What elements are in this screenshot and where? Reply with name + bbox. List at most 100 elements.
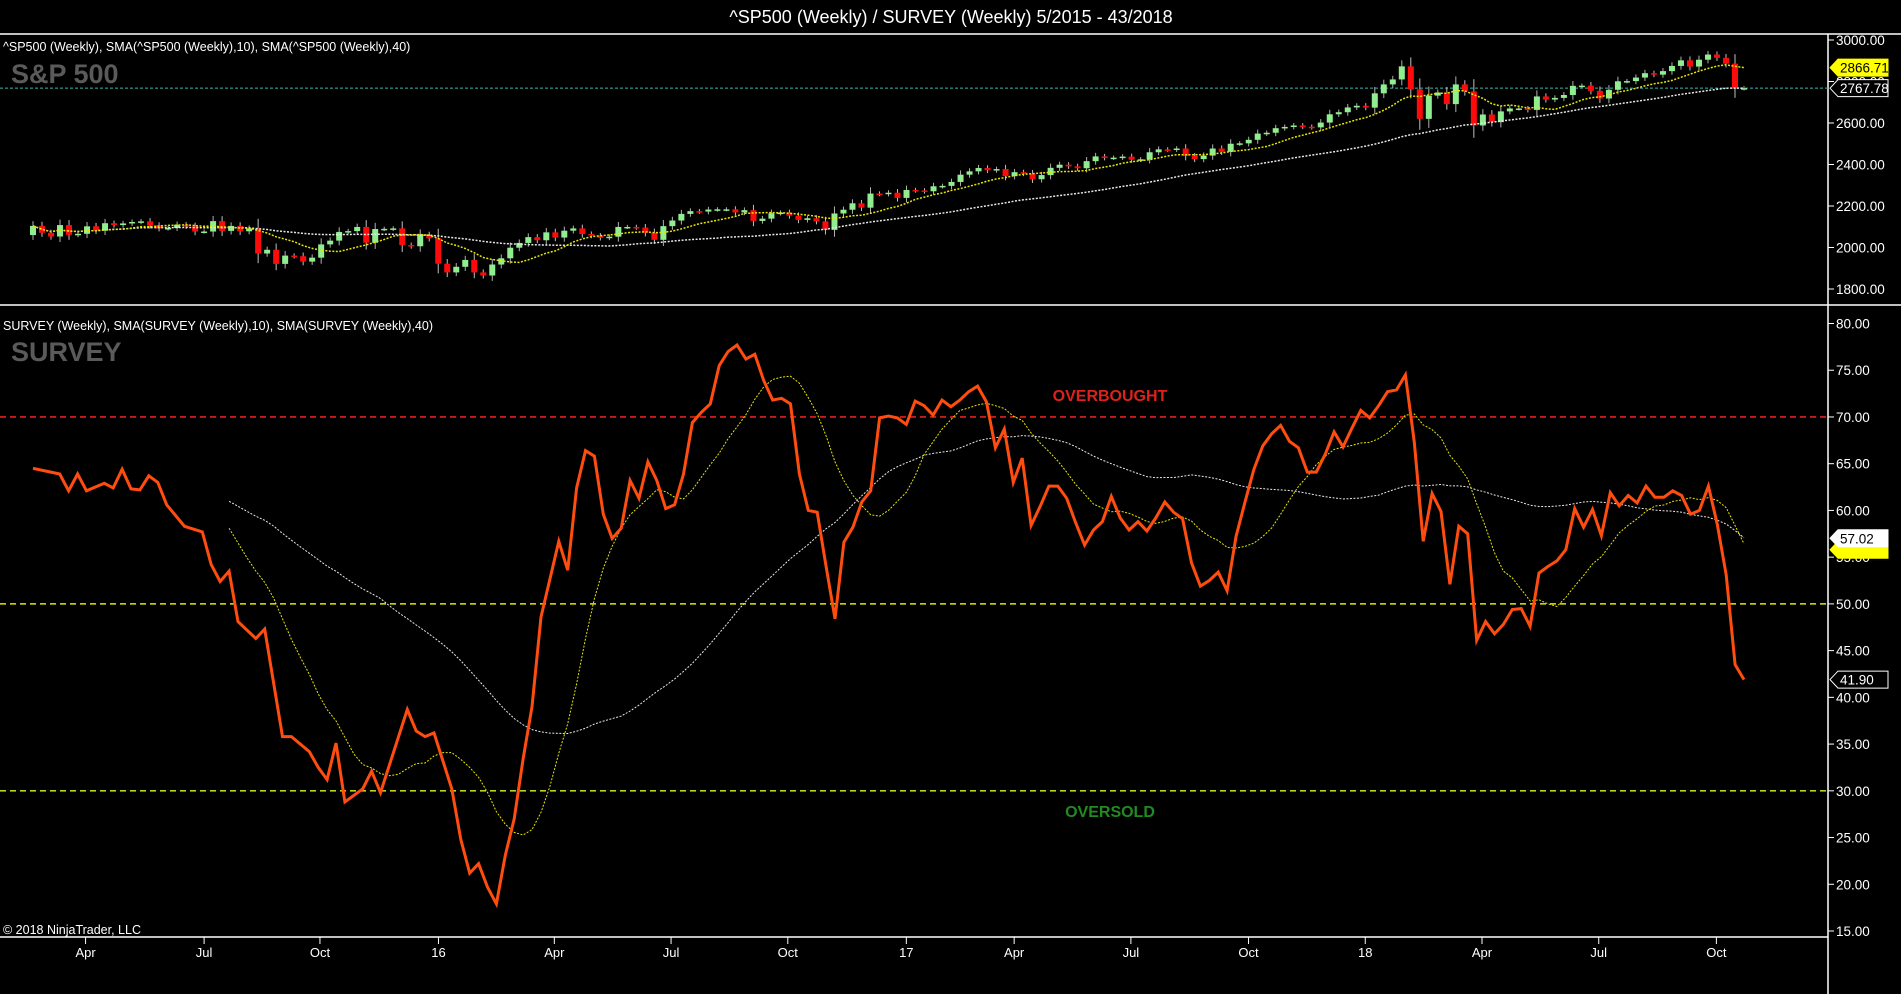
survey-tick-label: 30.00 [1836, 784, 1870, 799]
candle-up [345, 231, 352, 233]
survey-tick-label: 40.00 [1836, 690, 1870, 705]
candle-down [894, 192, 901, 198]
candle-down [1488, 114, 1495, 123]
candle-up [1254, 133, 1261, 140]
candle-up [201, 231, 208, 234]
survey-tick-label: 45.00 [1836, 644, 1870, 659]
candle-up [1083, 161, 1090, 169]
candle-down [444, 263, 451, 273]
candle-down [876, 193, 883, 196]
candle-up [966, 171, 973, 175]
oversold-label: OVERSOLD [1065, 804, 1155, 821]
candle-up [1047, 167, 1054, 176]
candle-up [678, 213, 685, 221]
candle-up [615, 226, 622, 237]
candle-up [462, 259, 469, 267]
candle-up [1452, 84, 1459, 105]
overbought-label: OVERBOUGHT [1053, 388, 1168, 405]
candle-down [588, 234, 595, 236]
candle-up [1704, 54, 1711, 60]
candle-down [1191, 155, 1198, 160]
candle-up [1551, 97, 1558, 100]
candle-down [1470, 91, 1477, 126]
candle-down [111, 223, 118, 226]
candle-down [858, 203, 865, 208]
x-tick-label: Jul [1123, 945, 1140, 960]
candle-up [1614, 81, 1621, 90]
candle-up [948, 181, 955, 186]
candle-up [264, 249, 271, 254]
candle-up [1155, 149, 1162, 153]
candle-up [561, 230, 568, 238]
candle-down [1362, 105, 1369, 108]
price-tick-label: 2400.00 [1836, 158, 1885, 173]
candle-up [1398, 66, 1405, 80]
candle-up [606, 236, 613, 239]
candle-down [1308, 126, 1315, 129]
candle-up [120, 223, 127, 226]
candle-up [903, 190, 910, 198]
candle-up [1236, 143, 1243, 145]
candle-up [282, 255, 289, 264]
candle-up [1380, 84, 1387, 94]
candle-up [1281, 126, 1288, 129]
candle-up [804, 218, 811, 220]
x-tick-label: 18 [1358, 945, 1372, 960]
survey-tick-label: 25.00 [1836, 831, 1870, 846]
sp500-last-close-marker-value: 2767.78 [1840, 81, 1889, 96]
copyright-text: © 2018 NinjaTrader, LLC [3, 923, 141, 937]
candle-up [1569, 85, 1576, 95]
candle-down [1101, 156, 1108, 158]
candle-down [1731, 63, 1738, 89]
candle-up [714, 209, 721, 211]
candle-down [984, 168, 991, 171]
candle-up [507, 247, 514, 259]
candle-down [732, 209, 739, 213]
candle-up [138, 221, 145, 223]
x-tick-label: Oct [1238, 945, 1259, 960]
candle-up [309, 257, 316, 262]
candle-up [543, 232, 550, 241]
x-tick-label: Oct [310, 945, 331, 960]
survey-tick-label: 50.00 [1836, 597, 1870, 612]
candle-down [696, 211, 703, 213]
sp500-sma10-marker-value: 2866.71 [1840, 61, 1889, 76]
candle-down [651, 232, 658, 240]
candle-down [1065, 164, 1072, 167]
candle-up [1389, 79, 1396, 85]
candle-up [1290, 125, 1297, 127]
x-tick-label: 17 [899, 945, 913, 960]
price-tick-label: 2000.00 [1836, 241, 1885, 256]
x-tick-label: Jul [196, 945, 213, 960]
candle-up [1263, 132, 1270, 135]
candle-up [129, 221, 136, 224]
candle-down [147, 221, 154, 226]
candle-down [480, 272, 487, 276]
survey-tick-label: 35.00 [1836, 737, 1870, 752]
candle-up [417, 234, 424, 247]
candle-up [453, 266, 460, 273]
candle-down [1299, 125, 1306, 127]
candle-down [1713, 54, 1720, 58]
candle-down [1128, 156, 1135, 160]
candle-down [1407, 66, 1414, 90]
survey-tick-label: 75.00 [1836, 363, 1870, 378]
candle-down [300, 256, 307, 262]
candle-up [1632, 77, 1639, 82]
candle-up [1623, 81, 1630, 83]
candle-up [723, 209, 730, 211]
candle-up [759, 218, 766, 221]
candle-up [1317, 122, 1324, 128]
candle-up [1515, 108, 1522, 110]
candle-down [921, 190, 928, 192]
candle-up [1659, 71, 1666, 75]
x-tick-label: Apr [75, 945, 96, 960]
survey-tick-label: 80.00 [1836, 317, 1870, 332]
candle-up [1353, 105, 1360, 108]
candle-down [273, 249, 280, 264]
candle-up [957, 174, 964, 182]
candle-down [1650, 73, 1657, 75]
candle-down [1443, 92, 1450, 105]
x-tick-label: Apr [544, 945, 565, 960]
candle-up [489, 264, 496, 276]
